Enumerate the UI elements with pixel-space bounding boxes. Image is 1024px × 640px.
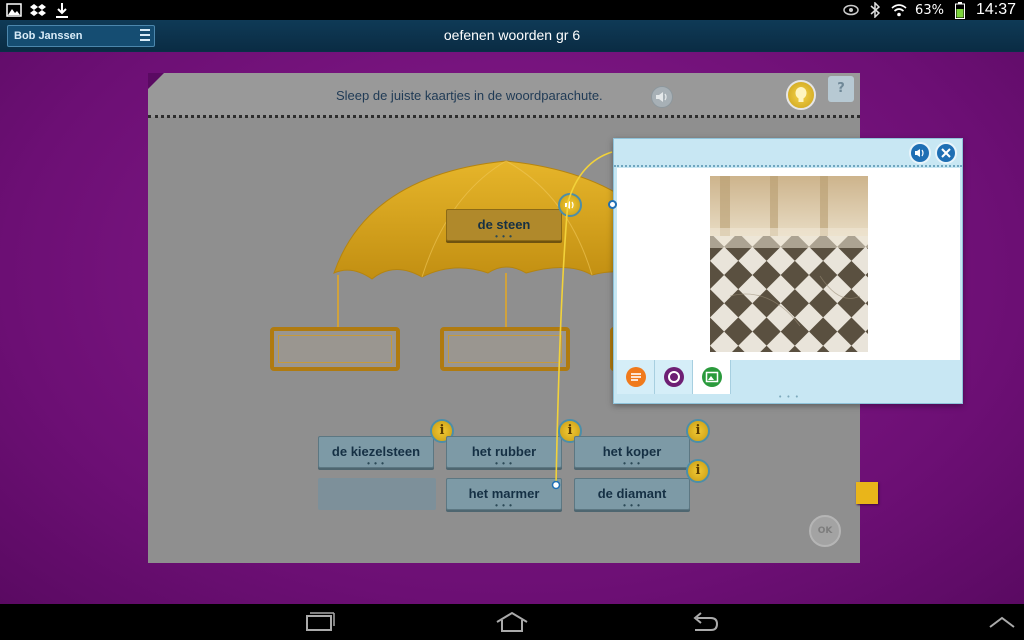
popup-content [617, 168, 960, 360]
show-more-button[interactable] [984, 610, 1020, 634]
exercise-stage: Sleep de juiste kaartjes in de woordpara… [0, 52, 1024, 604]
tab-sound[interactable] [655, 360, 693, 394]
wifi-icon [891, 2, 907, 18]
bluetooth-icon [867, 2, 883, 18]
home-button[interactable] [494, 610, 530, 634]
word-info-popup: • • • [613, 138, 963, 404]
picture-icon [701, 367, 722, 387]
eye-icon [843, 2, 859, 18]
popup-close-button[interactable] [935, 142, 957, 164]
battery-icon [952, 1, 968, 19]
download-notification-icon [54, 2, 70, 18]
drag-grip[interactable]: • • • [614, 393, 964, 401]
status-bar: 63% 14:37 [0, 0, 1024, 20]
dropbox-notification-icon [30, 2, 46, 18]
clock: 14:37 [975, 1, 1016, 18]
app-title: oefenen woorden gr 6 [443, 27, 581, 43]
recent-apps-icon [306, 612, 335, 631]
text-lines-icon [625, 367, 646, 387]
battery-percentage: 63% [915, 2, 944, 18]
close-icon [941, 148, 951, 158]
divider [614, 165, 962, 167]
recent-apps-button[interactable] [302, 610, 338, 634]
tab-text[interactable] [617, 360, 655, 394]
chevron-up-icon [989, 616, 1015, 628]
navigation-bar [0, 604, 1024, 640]
gallery-notification-icon [6, 2, 22, 18]
back-arrow-icon [693, 612, 719, 631]
speaker-icon [915, 149, 924, 157]
marble-floor-image [710, 176, 868, 352]
connector-handle[interactable] [608, 200, 617, 209]
tab-image[interactable] [693, 360, 731, 394]
ring-icon [663, 367, 684, 387]
back-button[interactable] [686, 610, 722, 634]
popup-audio-button[interactable] [909, 142, 931, 164]
app-header: Bob Janssen oefenen woorden gr 6 [0, 20, 1024, 52]
home-icon [496, 611, 528, 632]
popup-tabs [617, 360, 731, 394]
